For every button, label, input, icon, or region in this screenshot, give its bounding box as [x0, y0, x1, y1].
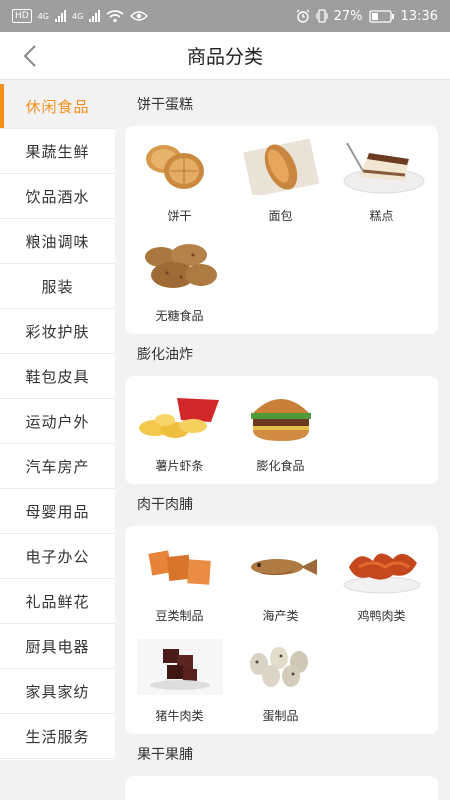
sidebar-item-clothing[interactable]: 服装: [0, 264, 115, 309]
app-header: 商品分类: [0, 32, 450, 80]
sidebar-item-electronics[interactable]: 电子办公: [0, 534, 115, 579]
sidebar-item-drinks[interactable]: 饮品酒水: [0, 174, 115, 219]
bread-image: [238, 135, 324, 199]
seafood-image: [238, 535, 324, 599]
eye-icon: [130, 11, 149, 21]
subcategory-chips[interactable]: 薯片虾条: [129, 384, 230, 484]
sidebar-item-shoes-bags[interactable]: 鞋包皮具: [0, 354, 115, 399]
sidebar-item-fresh[interactable]: 果蔬生鲜: [0, 129, 115, 174]
hd-badge: HD: [12, 9, 32, 23]
subcategory-seafood[interactable]: 海产类: [230, 534, 331, 634]
battery-percent: 27%: [333, 8, 363, 24]
sidebar-item-furniture[interactable]: 家具家纺: [0, 669, 115, 714]
chips-image: [137, 385, 223, 449]
subcategory-label: 薯片虾条: [155, 459, 204, 473]
sidebar-item-services[interactable]: 生活服务: [0, 714, 115, 759]
section-title: 肉干肉脯: [137, 497, 193, 513]
subcategory-pork-beef[interactable]: 猪牛肉类: [129, 634, 230, 734]
alarm-icon: [296, 9, 310, 23]
eggs-image: [238, 635, 324, 699]
biscuits-image: [137, 135, 223, 199]
vibrate-icon: [316, 9, 328, 23]
pork-beef-image: [136, 635, 223, 699]
section-title: 饼干蛋糕: [137, 97, 193, 113]
subcategory-eggs[interactable]: 蛋制品: [230, 634, 331, 734]
subcategory-poultry[interactable]: 鸡鸭肉类: [331, 534, 432, 634]
subcategory-biscuits[interactable]: 饼干: [129, 134, 230, 234]
subcategory-puffed[interactable]: 膨化食品: [230, 384, 331, 484]
section-card: 饼干 面包 糕点 无糖食品: [125, 126, 438, 334]
subcategory-label: 猪牛肉类: [155, 709, 204, 723]
sidebar-item-sports[interactable]: 运动户外: [0, 399, 115, 444]
subcategory-label: 豆类制品: [155, 609, 204, 623]
network-type-1: 4G: [37, 11, 49, 21]
subcategory-label: 膨化食品: [256, 459, 305, 473]
wifi-icon: [106, 9, 124, 22]
back-button[interactable]: [16, 42, 44, 70]
subcategory-bread[interactable]: 面包: [230, 134, 331, 234]
subcategory-sugar-free[interactable]: 无糖食品: [129, 234, 230, 334]
sidebar-item-grain-oil[interactable]: 粮油调味: [0, 219, 115, 264]
sugar-free-image: [137, 235, 223, 299]
poultry-image: [339, 535, 425, 599]
sidebar-item-auto-realestate[interactable]: 汽车房产: [0, 444, 115, 489]
subcategory-bean-products[interactable]: 豆类制品: [129, 534, 230, 634]
sidebar-item-snacks[interactable]: 休闲食品: [0, 84, 115, 129]
subcategory-label: 海产类: [262, 609, 299, 623]
sidebar-item-kitchen[interactable]: 厨具电器: [0, 624, 115, 669]
subcategory-label: 糕点: [369, 209, 394, 223]
section-card: 豆类制品 海产类 鸡鸭肉类 猪牛肉类 蛋制品: [125, 526, 438, 734]
subcategory-label: 无糖食品: [155, 309, 204, 323]
subcategory-label: 蛋制品: [262, 709, 299, 723]
category-sidebar: 休闲食品 果蔬生鲜 饮品酒水 粮油调味 服装 彩妆护肤 鞋包皮具 运动户外 汽车…: [0, 84, 115, 760]
signal-icon: [55, 10, 66, 22]
section-title: 果干果脯: [137, 747, 193, 763]
subcategory-label: 饼干: [167, 209, 192, 223]
bean-products-image: [137, 535, 223, 599]
subcategory-label: 鸡鸭肉类: [357, 609, 406, 623]
pastry-image: [339, 135, 425, 199]
sidebar-item-baby[interactable]: 母婴用品: [0, 489, 115, 534]
subcategory-panel: 饼干蛋糕 饼干 面包 糕点 无糖食品 膨化油炸 薯片虾条 膨化食品 肉干肉脯 豆…: [115, 84, 450, 800]
battery-icon: [368, 9, 394, 23]
signal-icon-2: [89, 10, 101, 22]
chevron-left-icon: [23, 45, 36, 67]
page-title: 商品分类: [186, 46, 263, 68]
burger-image: [238, 385, 324, 449]
section-card: 薯片虾条 膨化食品: [125, 376, 438, 484]
clock: 13:36: [400, 8, 438, 24]
status-bar: HD 4G 4G 27% 13:36: [0, 0, 450, 32]
network-type-2: 4G: [72, 11, 84, 21]
subcategory-label: 面包: [268, 209, 293, 223]
sidebar-item-cosmetics[interactable]: 彩妆护肤: [0, 309, 115, 354]
sidebar-item-gifts[interactable]: 礼品鲜花: [0, 579, 115, 624]
section-card: [125, 776, 438, 800]
subcategory-pastry[interactable]: 糕点: [331, 134, 432, 234]
section-title: 膨化油炸: [137, 347, 193, 363]
